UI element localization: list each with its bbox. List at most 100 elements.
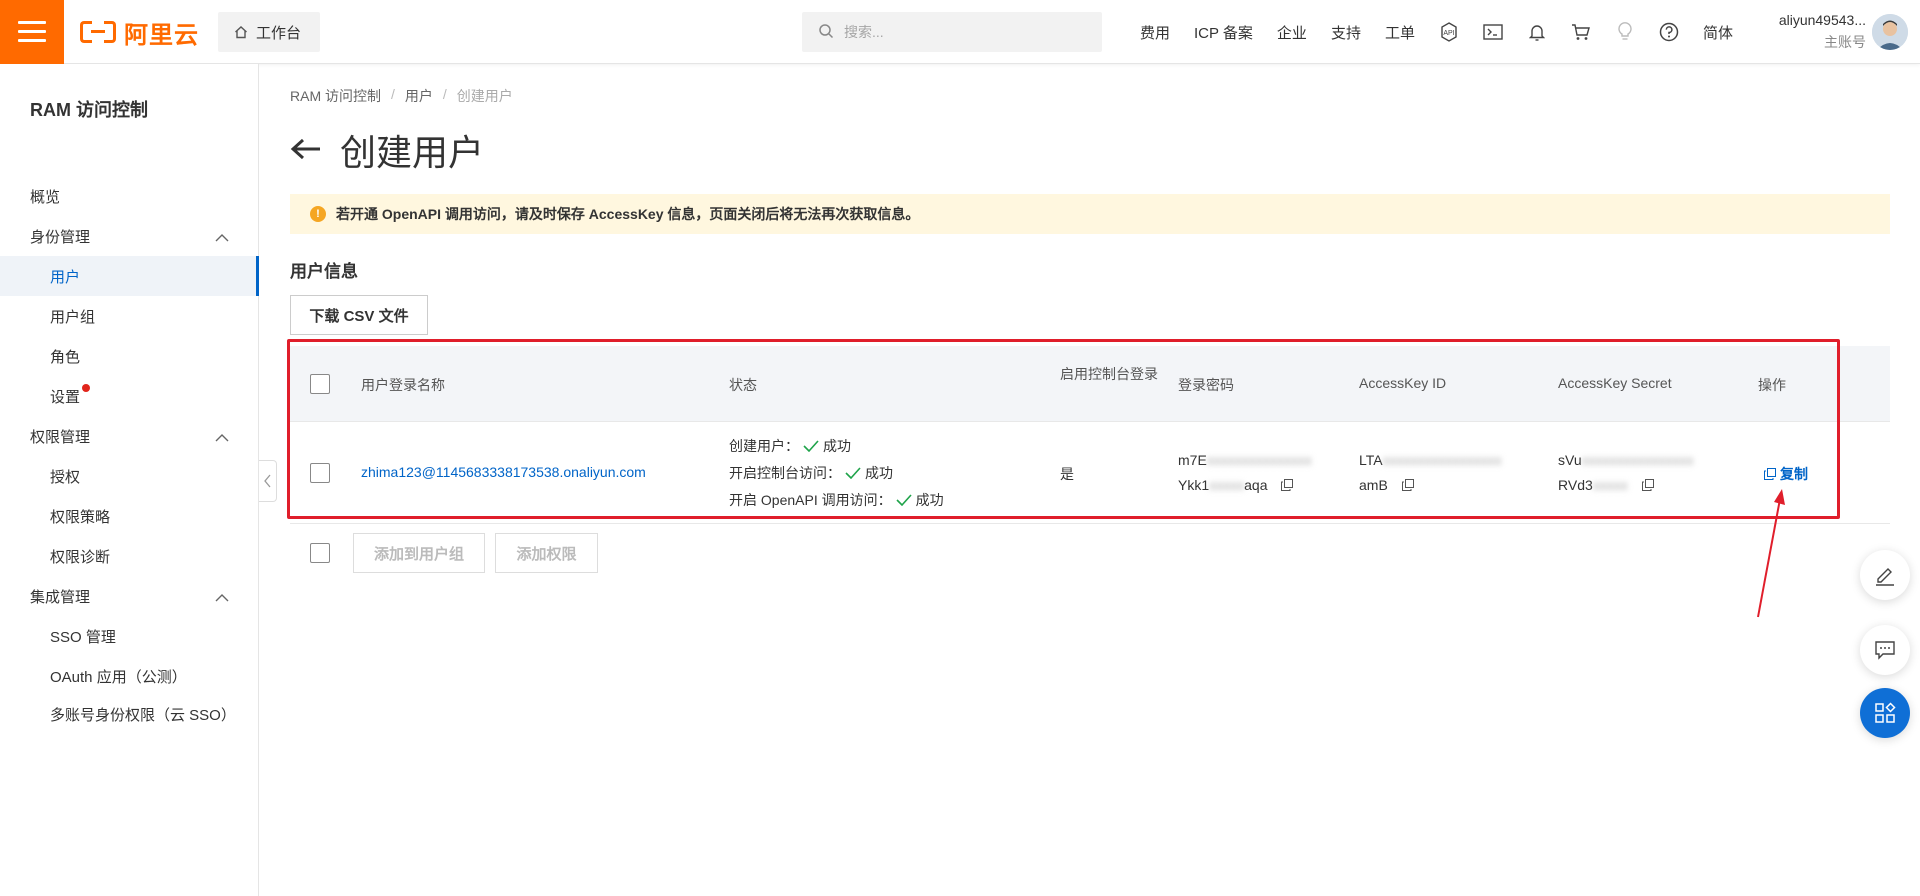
- sidebar-item-diagnosis[interactable]: 权限诊断: [0, 536, 259, 576]
- breadcrumb-separator: /: [391, 86, 395, 102]
- aliyun-logo[interactable]: 阿里云: [80, 16, 199, 49]
- nav-ticket[interactable]: 工单: [1373, 0, 1427, 64]
- nav-support[interactable]: 支持: [1319, 0, 1373, 64]
- sidebar-group-integration[interactable]: 集成管理: [0, 576, 259, 616]
- sidebar-item-roles[interactable]: 角色: [0, 336, 259, 376]
- copy-icon[interactable]: [1641, 474, 1654, 499]
- sidebar-collapse-handle[interactable]: [259, 460, 277, 502]
- sidebar-group-permissions[interactable]: 权限管理: [0, 416, 259, 456]
- bell-icon[interactable]: [1515, 0, 1559, 64]
- sidebar-item-label: 概览: [30, 188, 61, 206]
- avatar[interactable]: [1872, 14, 1908, 50]
- sidebar-item-grants[interactable]: 授权: [0, 456, 259, 496]
- search-box[interactable]: [802, 12, 1102, 52]
- password-value: m7Exxxxxxxxxxxxxxx Ykk1xxxxxaqa: [1178, 448, 1312, 499]
- chevron-left-icon: [263, 474, 270, 488]
- apps-icon: [1875, 702, 1896, 723]
- aliyun-logo-icon: [80, 21, 116, 43]
- check-icon: [845, 466, 861, 479]
- sidebar-item-oauth[interactable]: OAuth 应用（公测）: [0, 656, 259, 696]
- cart-icon[interactable]: [1559, 0, 1603, 64]
- logo-text: 阿里云: [124, 21, 199, 49]
- sidebar-item-policies[interactable]: 权限策略: [0, 496, 259, 536]
- nav-icp[interactable]: ICP 备案: [1182, 0, 1265, 64]
- password-prefix: Ykk1: [1178, 477, 1210, 493]
- copy-icon[interactable]: [1401, 474, 1414, 499]
- sidebar-item-sso[interactable]: SSO 管理: [0, 616, 259, 656]
- sidebar-item-user-groups[interactable]: 用户组: [0, 296, 259, 336]
- check-icon: [896, 493, 912, 506]
- status-label: 开启控制台访问：: [729, 464, 841, 481]
- ak-id-blurred: xxxxxxxxxxxxxxxxx: [1382, 452, 1502, 468]
- feedback-edit-button[interactable]: [1860, 550, 1910, 600]
- api-icon[interactable]: API: [1427, 0, 1471, 64]
- password-prefix: m7E: [1178, 452, 1207, 468]
- section-title: 用户信息: [290, 262, 358, 281]
- warning-icon: !: [310, 206, 326, 222]
- status-list: 创建用户： 成功 开启控制台访问： 成功 开启 OpenAPI 调用访问： 成功: [729, 432, 944, 513]
- nav-enterprise[interactable]: 企业: [1265, 0, 1319, 64]
- breadcrumb-users[interactable]: 用户: [405, 86, 433, 106]
- sidebar-item-users[interactable]: 用户: [0, 256, 259, 296]
- status-result: 成功: [865, 464, 893, 481]
- select-all-checkbox[interactable]: [310, 374, 330, 394]
- password-blurred: xxxxxxxxxxxxxxx: [1206, 452, 1312, 468]
- user-table: 用户登录名称 状态 启用控制台登录 登录密码 AccessKey ID Acce…: [290, 346, 1890, 524]
- workbench-button[interactable]: 工作台: [218, 12, 320, 52]
- sidebar-item-cloud-sso[interactable]: 多账号身份权限（云 SSO）: [0, 694, 259, 734]
- status-label: 创建用户：: [729, 437, 799, 454]
- header-action: 操作: [1758, 377, 1786, 393]
- search-input[interactable]: [844, 24, 1084, 40]
- sidebar-item-label: 设置: [50, 388, 81, 406]
- sidebar-group-identity[interactable]: 身份管理: [0, 216, 259, 256]
- nav-fees[interactable]: 费用: [1128, 0, 1182, 64]
- apps-button[interactable]: [1860, 688, 1910, 738]
- row-checkbox[interactable]: [310, 463, 330, 483]
- chat-button[interactable]: [1860, 625, 1910, 675]
- user-name: aliyun49543...: [1778, 12, 1866, 28]
- header-ak-id: AccessKey ID: [1359, 375, 1447, 391]
- console-login-value: 是: [1060, 466, 1074, 482]
- ak-secret-blurred: xxxxxxxxxxxxxxxx: [1581, 452, 1694, 468]
- menu-button[interactable]: [0, 0, 64, 64]
- user-menu[interactable]: aliyun49543... 主账号: [1760, 12, 1866, 52]
- language-switch[interactable]: 简体: [1691, 0, 1745, 64]
- sidebar-item-label: 权限诊断: [50, 548, 111, 566]
- hamburger-icon: [18, 21, 46, 43]
- sidebar-title: RAM 访问控制: [30, 100, 148, 120]
- password-blurred: xxxxx: [1209, 477, 1245, 493]
- password-suffix: aqa: [1244, 477, 1268, 493]
- terminal-icon[interactable]: [1471, 0, 1515, 64]
- sidebar-item-label: 权限管理: [30, 428, 91, 446]
- back-arrow-icon[interactable]: [290, 137, 322, 164]
- chevron-up-icon: [215, 430, 229, 447]
- sidebar-item-label: SSO 管理: [50, 628, 116, 646]
- alert-text: 若开通 OpenAPI 调用访问，请及时保存 AccessKey 信息，页面关闭…: [336, 206, 920, 222]
- copy-button[interactable]: 复制: [1764, 464, 1808, 484]
- sidebar-item-label: 权限策略: [50, 508, 111, 526]
- user-role: 主账号: [1824, 34, 1866, 50]
- breadcrumb-current: 创建用户: [456, 88, 513, 104]
- sidebar-item-settings[interactable]: 设置: [0, 376, 259, 416]
- sidebar-item-overview[interactable]: 概览: [0, 176, 259, 216]
- help-icon[interactable]: [1647, 0, 1691, 64]
- sidebar: RAM 访问控制 概览 身份管理 用户 用户组 角色 设置 权限管理 授权 权限…: [0, 64, 259, 896]
- sidebar-item-label: 授权: [50, 468, 81, 486]
- breadcrumb: RAM 访问控制 / 用户 / 创建用户: [290, 86, 513, 106]
- ak-secret-prefix: RVd3: [1558, 477, 1593, 493]
- ak-secret-prefix: sVu: [1558, 452, 1582, 468]
- user-login-name-link[interactable]: zhima123@1145683338173538.onaliyun.com: [361, 464, 646, 480]
- download-csv-button[interactable]: 下载 CSV 文件: [290, 295, 428, 335]
- copy-icon[interactable]: [1281, 474, 1294, 499]
- page-title-text: 创建用户: [340, 132, 485, 173]
- add-to-group-button[interactable]: 添加到用户组: [353, 533, 485, 573]
- edit-icon: [1876, 568, 1894, 586]
- header-login-name: 用户登录名称: [361, 377, 445, 393]
- sidebar-item-label: 多账号身份权限（云 SSO）: [50, 706, 236, 724]
- sidebar-item-label: 集成管理: [30, 588, 91, 606]
- bulb-icon[interactable]: [1603, 0, 1647, 64]
- breadcrumb-ram[interactable]: RAM 访问控制: [290, 86, 381, 106]
- add-permission-button[interactable]: 添加权限: [495, 533, 598, 573]
- bulk-select-checkbox[interactable]: [310, 543, 330, 563]
- status-result: 成功: [915, 491, 944, 508]
